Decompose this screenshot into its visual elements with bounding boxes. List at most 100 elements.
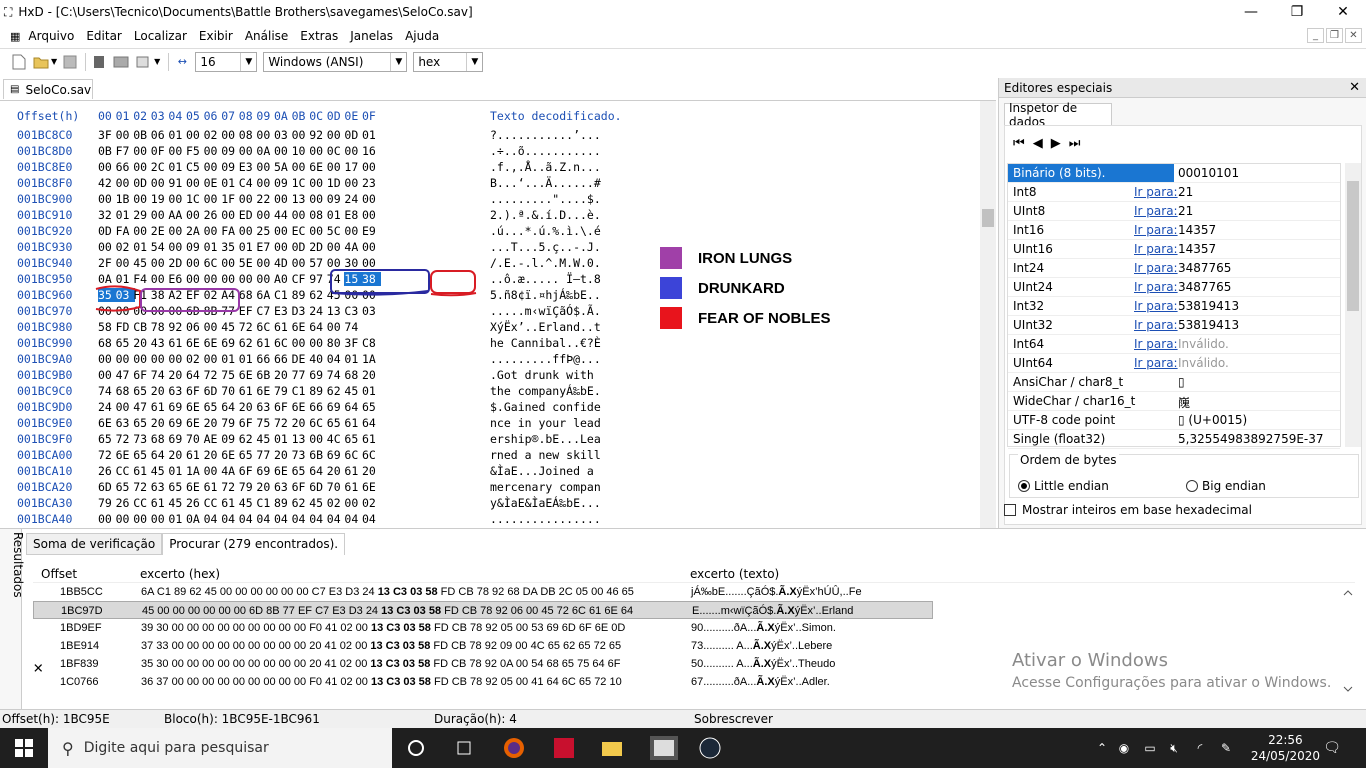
pen-icon[interactable]: ✎ bbox=[1214, 736, 1238, 760]
tab-data-inspector[interactable]: Inspetor de dados bbox=[1004, 101, 1112, 129]
cortana-icon[interactable] bbox=[404, 736, 428, 760]
inspector-value[interactable]: 53819413 bbox=[1178, 299, 1239, 313]
memory-icon[interactable] bbox=[134, 53, 152, 71]
hxd-taskbar-icon[interactable] bbox=[650, 736, 678, 760]
inspector-row[interactable]: AnsiChar / char8_t ▯ bbox=[1008, 373, 1340, 392]
big-endian-radio[interactable]: Big endian bbox=[1186, 479, 1266, 493]
inspector-scrollbar[interactable] bbox=[1345, 163, 1361, 447]
file-explorer-icon[interactable] bbox=[600, 736, 624, 760]
inspector-scroll-thumb[interactable] bbox=[1347, 181, 1359, 311]
menu-editar[interactable]: Editar bbox=[86, 29, 122, 43]
minimize-button[interactable]: — bbox=[1228, 0, 1274, 24]
hex-integers-checkbox[interactable]: Mostrar inteiros em base hexadecimal bbox=[1004, 503, 1252, 517]
table-row[interactable]: 1BD9EF 39 30 00 00 00 00 00 00 00 00 00 F… bbox=[33, 619, 1355, 637]
inspector-value[interactable]: ▯ (U+0015) bbox=[1178, 413, 1247, 427]
goto-link[interactable]: Ir para: bbox=[1134, 299, 1178, 313]
hex-editor[interactable]: Offset(h) 00 01 02 03 04 05 06 07 08 09 0A 0B 0C 0D 0E… bbox=[0, 100, 996, 528]
little-endian-radio[interactable]: Little endian bbox=[1018, 479, 1109, 493]
inspector-row[interactable]: Int64 Ir para: Inválido. bbox=[1008, 335, 1340, 354]
inspector-value[interactable]: 3487765 bbox=[1178, 280, 1231, 294]
mdi-minimize-button[interactable]: _ bbox=[1307, 28, 1324, 43]
tab-search[interactable]: Procurar (279 encontrados). bbox=[162, 533, 346, 555]
col-hex[interactable]: excerto (hex) bbox=[140, 567, 220, 581]
inspector-row[interactable]: Int8 Ir para: 21 bbox=[1008, 183, 1340, 202]
inspector-row[interactable]: Int32 Ir para: 53819413 bbox=[1008, 297, 1340, 316]
goto-link[interactable]: Ir para: bbox=[1134, 261, 1178, 275]
inspector-value[interactable]: Inválido. bbox=[1178, 356, 1229, 370]
col-text[interactable]: excerto (texto) bbox=[690, 567, 779, 581]
hex-scrollbar[interactable] bbox=[980, 101, 996, 528]
maximize-button[interactable]: ❐ bbox=[1274, 0, 1320, 24]
inspector-value[interactable]: Inválido. bbox=[1178, 337, 1229, 351]
menu-exibir[interactable]: Exibir bbox=[199, 29, 233, 43]
goto-link[interactable]: Ir para: bbox=[1134, 356, 1178, 370]
mdi-restore-button[interactable]: ❐ bbox=[1326, 28, 1343, 43]
goto-link[interactable]: Ir para: bbox=[1134, 280, 1178, 294]
next-icon[interactable]: ▶ bbox=[1051, 136, 1061, 151]
menu-extras[interactable]: Extras bbox=[300, 29, 338, 43]
hex-scroll-thumb[interactable] bbox=[982, 209, 994, 227]
inspector-value[interactable]: 21 bbox=[1178, 185, 1193, 199]
inspector-value[interactable]: 00010101 bbox=[1178, 166, 1239, 180]
mdi-close-button[interactable]: ✕ bbox=[1345, 28, 1362, 43]
inspector-value[interactable]: 53819413 bbox=[1178, 318, 1239, 332]
bytes-per-row-select[interactable]: 16 ▼ bbox=[195, 51, 258, 72]
volume-muted-icon[interactable]: 🔇︎ bbox=[1162, 736, 1186, 760]
menu-arquivo[interactable]: Arquivo bbox=[28, 29, 74, 43]
save-icon[interactable] bbox=[61, 53, 79, 71]
steam-icon[interactable] bbox=[698, 736, 722, 760]
inspector-value[interactable]: 21 bbox=[1178, 204, 1193, 218]
table-row[interactable]: 1BB5CC 6A C1 89 62 45 00 00 00 00 00 00 C… bbox=[33, 583, 1355, 601]
open-dropdown-icon[interactable]: ▼ bbox=[51, 57, 57, 66]
taskbar-search[interactable]: ⚲ Digite aqui para pesquisar bbox=[48, 728, 392, 768]
task-view-icon[interactable] bbox=[452, 736, 476, 760]
inspector-value[interactable]: 㠕 bbox=[1178, 394, 1190, 411]
notification-icon[interactable]: 🗨︎ bbox=[1320, 736, 1344, 760]
inspector-row[interactable]: WideChar / char16_t 㠕 bbox=[1008, 392, 1340, 411]
inspector-row[interactable]: UTF-8 code point ▯ (U+0015) bbox=[1008, 411, 1340, 430]
goto-link[interactable]: Ir para: bbox=[1134, 337, 1178, 351]
inspector-row[interactable]: UInt32 Ir para: 53819413 bbox=[1008, 316, 1340, 335]
open-folder-icon[interactable] bbox=[32, 53, 50, 71]
table-row[interactable]: 1BC97D 45 00 00 00 00 00 00 6D 8B 77 EF C… bbox=[33, 601, 933, 619]
close-button[interactable]: ✕ bbox=[1320, 0, 1366, 24]
last-icon[interactable]: ⏭ bbox=[1069, 136, 1081, 151]
tray-chevron-icon[interactable]: ⌃ bbox=[1090, 736, 1114, 760]
inspector-row[interactable]: Int16 Ir para: 14357 bbox=[1008, 221, 1340, 240]
acrobat-icon[interactable] bbox=[552, 736, 576, 760]
goto-link[interactable]: Ir para: bbox=[1134, 204, 1178, 218]
steam-tray-icon[interactable]: ◉ bbox=[1112, 736, 1136, 760]
firefox-icon[interactable] bbox=[502, 736, 526, 760]
menu-ajuda[interactable]: Ajuda bbox=[405, 29, 439, 43]
inspector-row[interactable]: UInt24 Ir para: 3487765 bbox=[1008, 278, 1340, 297]
offset-base-select[interactable]: hex ▼ bbox=[413, 51, 484, 72]
memory-dropdown-icon[interactable]: ▼ bbox=[154, 57, 160, 66]
document-tab[interactable]: ▤ SeloCo.sav bbox=[3, 79, 93, 99]
battery-icon[interactable]: ▭ bbox=[1138, 736, 1162, 760]
prev-icon[interactable]: ◀ bbox=[1033, 136, 1043, 151]
inspector-row[interactable]: Binário (8 bits). 00010101 bbox=[1008, 164, 1340, 183]
inspector-row[interactable]: UInt64 Ir para: Inválido. bbox=[1008, 354, 1340, 373]
goto-link[interactable]: Ir para: bbox=[1134, 185, 1178, 199]
menu-analise[interactable]: Análise bbox=[245, 29, 288, 43]
inspector-value[interactable]: ▯ bbox=[1178, 375, 1185, 389]
inspector-row[interactable]: UInt16 Ir para: 14357 bbox=[1008, 240, 1340, 259]
inspector-value[interactable]: 14357 bbox=[1178, 223, 1216, 237]
goto-link[interactable]: Ir para: bbox=[1134, 318, 1178, 332]
inspector-row[interactable]: Single (float32) 5,32554983892759E-37 bbox=[1008, 430, 1340, 449]
tab-checksum[interactable]: Soma de verificação bbox=[26, 533, 163, 555]
close-file-icon[interactable] bbox=[90, 53, 108, 71]
first-icon[interactable]: ⏮ bbox=[1013, 136, 1025, 151]
clock[interactable]: 22:56 24/05/2020 bbox=[1251, 732, 1320, 764]
menu-janelas[interactable]: Janelas bbox=[350, 29, 393, 43]
close-icon[interactable]: ✕ bbox=[1349, 80, 1360, 95]
inspector-row[interactable]: UInt8 Ir para: 21 bbox=[1008, 202, 1340, 221]
new-file-icon[interactable] bbox=[10, 53, 28, 71]
col-offset[interactable]: Offset bbox=[41, 567, 77, 581]
results-scrollbar[interactable] bbox=[1340, 587, 1356, 695]
goto-link[interactable]: Ir para: bbox=[1134, 223, 1178, 237]
inspector-value[interactable]: 3487765 bbox=[1178, 261, 1231, 275]
disk-icon[interactable] bbox=[112, 53, 130, 71]
goto-link[interactable]: Ir para: bbox=[1134, 242, 1178, 256]
inspector-value[interactable]: 5,32554983892759E-37 bbox=[1178, 432, 1324, 446]
